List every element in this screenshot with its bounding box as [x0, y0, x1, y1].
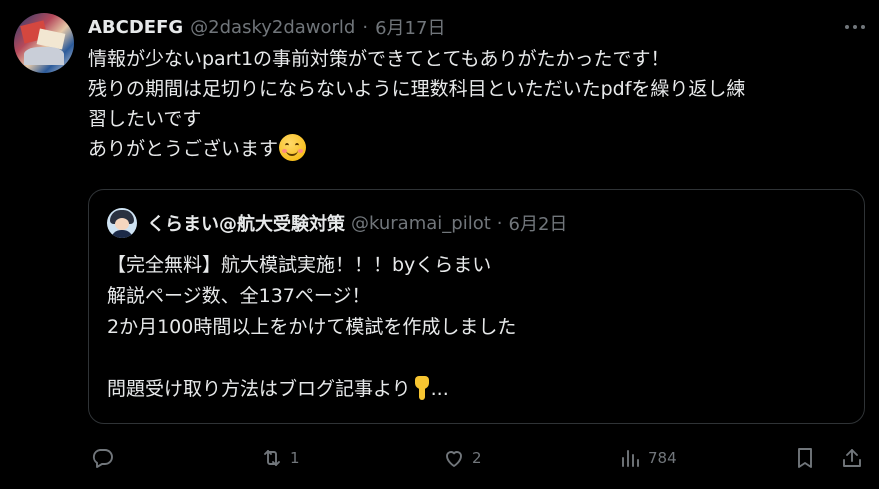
share-button[interactable]	[840, 443, 864, 473]
pointing-down-emoji-icon	[413, 376, 431, 400]
quoted-author-name[interactable]: くらまい@航大受験対策	[147, 210, 345, 236]
quoted-text-line: 問題受け取り方法はブログ記事より	[107, 378, 411, 400]
like-button[interactable]: 2	[442, 443, 482, 473]
smiling-face-emoji-icon	[279, 134, 307, 161]
retweet-icon	[264, 450, 280, 466]
quoted-text-line: 解説ページ数、全137ページ！	[107, 285, 371, 307]
quoted-tweet-date[interactable]: 6月2日	[509, 210, 568, 236]
more-options-icon[interactable]	[835, 14, 875, 40]
tweet-actions-bar: 1 2 784	[88, 443, 878, 473]
views-count: 784	[648, 449, 677, 467]
author-name[interactable]: ABCDEFG	[88, 17, 183, 38]
tweet-header: ABCDEFG @2dasky2daworld · 6月17日	[88, 14, 445, 40]
views-icon	[622, 450, 639, 467]
bookmark-icon	[798, 448, 812, 468]
tweet-text-line: 情報が少ないpart1の事前対策ができてとてもありがたかったです！	[88, 48, 670, 70]
header-separator: ·	[362, 16, 369, 38]
quoted-tweet-header: くらまい@航大受験対策 @kuramai_pilot · 6月2日	[147, 210, 567, 236]
reply-icon	[92, 449, 113, 468]
quoted-text-line: 2か月100時間以上をかけて模試を作成しました	[107, 316, 517, 338]
retweet-button[interactable]: 1	[260, 443, 300, 473]
tweet-text-line: ありがとうございます	[88, 138, 279, 160]
reply-button[interactable]	[91, 443, 115, 473]
tweet-text-line-last: ありがとうございます	[88, 134, 870, 164]
tweet-text: 情報が少ないpart1の事前対策ができてとてもありがたかったです！ 残りの期間は…	[88, 44, 870, 164]
quoted-header-separator: ·	[496, 212, 503, 234]
quoted-author-avatar[interactable]	[107, 208, 137, 238]
bookmark-button[interactable]	[793, 443, 817, 473]
quoted-text-line: 【完全無料】航大模試実施！！！byくらまい	[107, 254, 492, 276]
retweet-count: 1	[290, 449, 300, 467]
quoted-text-line-last: 問題受け取り方法はブログ記事より...	[107, 374, 847, 405]
share-icon	[843, 449, 861, 467]
heart-icon	[446, 451, 462, 467]
tweet-text-line: 残りの期間は足切りにならないように理数科目といただいたpdfを繰り返し練	[88, 78, 746, 100]
author-handle[interactable]: @2dasky2daworld	[190, 17, 355, 38]
quoted-tweet-card[interactable]: くらまい@航大受験対策 @kuramai_pilot · 6月2日 【完全無料】…	[88, 189, 865, 424]
quoted-tweet-text: 【完全無料】航大模試実施！！！byくらまい 解説ページ数、全137ページ！ 2か…	[107, 250, 847, 405]
quoted-author-handle[interactable]: @kuramai_pilot	[351, 213, 491, 234]
views-button[interactable]: 784	[618, 443, 677, 473]
like-count: 2	[472, 449, 482, 467]
tweet-text-line: 習したいです	[88, 108, 202, 130]
quoted-text-ellipsis: ...	[430, 378, 449, 400]
quoted-text-line	[107, 343, 847, 374]
tweet-date[interactable]: 6月17日	[375, 14, 445, 40]
author-avatar[interactable]	[14, 13, 74, 73]
